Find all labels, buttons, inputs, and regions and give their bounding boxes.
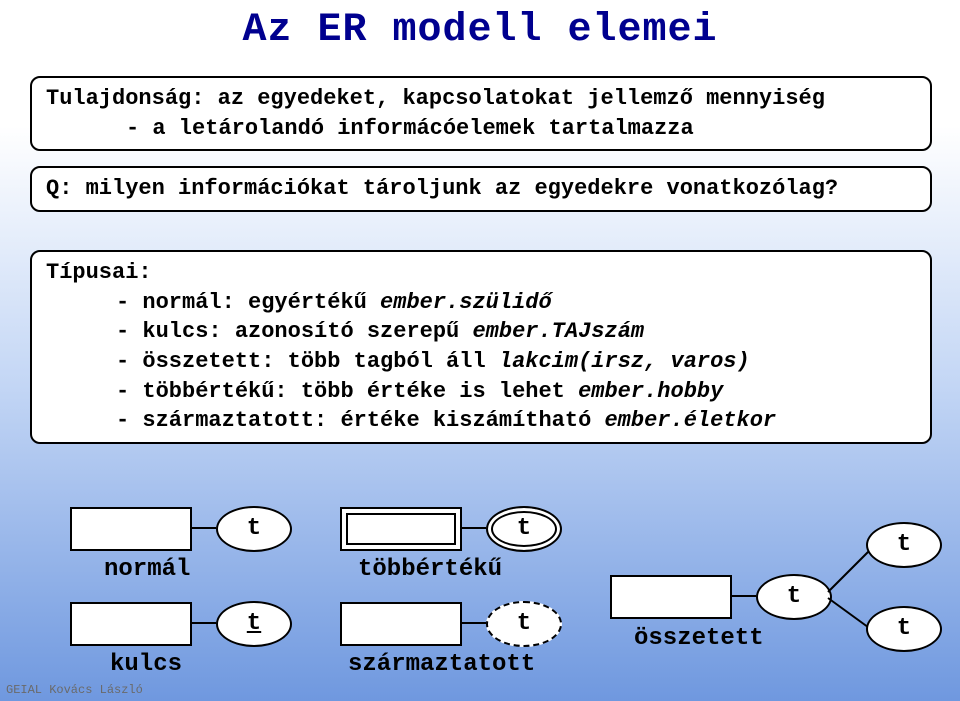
connector-line <box>460 622 486 624</box>
connector-line <box>190 527 216 529</box>
author-footer: GEIAL Kovács László <box>6 683 143 697</box>
oval-letter: t <box>247 612 261 636</box>
label-multi: többértékű <box>358 556 502 583</box>
attribute-oval-normal: t <box>216 506 292 552</box>
connector-line <box>460 527 486 529</box>
entity-rect-multi <box>340 507 462 551</box>
attribute-oval-key: t <box>216 601 292 647</box>
attribute-oval-composite-child: t <box>866 522 942 568</box>
type-example: ember.TAJszám <box>472 319 644 344</box>
types-box: Típusai: normál: egyértékű ember.szülidő… <box>30 250 932 444</box>
connector-line <box>730 595 756 597</box>
entity-rect-composite <box>610 575 732 619</box>
type-text: normál: egyértékű <box>142 290 380 315</box>
connector-line <box>190 622 216 624</box>
label-normal: normál <box>104 556 190 583</box>
type-example: ember.szülidő <box>380 290 552 315</box>
oval-letter: t <box>247 517 261 541</box>
type-item-normal: normál: egyértékű ember.szülidő <box>116 288 916 318</box>
page-title: Az ER modell elemei <box>0 8 960 53</box>
label-key: kulcs <box>110 651 182 678</box>
oval-letter: t <box>787 585 801 609</box>
question-text: Q: milyen információkat tároljunk az egy… <box>46 176 838 201</box>
types-list: normál: egyértékű ember.szülidő kulcs: a… <box>46 288 916 436</box>
label-derived: származtatott <box>348 651 535 678</box>
oval-letter: t <box>517 612 531 636</box>
entity-rect-normal <box>70 507 192 551</box>
entity-rect-derived <box>340 602 462 646</box>
attribute-oval-multi: t <box>486 506 562 552</box>
type-item-key: kulcs: azonosító szerepű ember.TAJszám <box>116 317 916 347</box>
types-heading: Típusai: <box>46 260 152 285</box>
property-definition-box: Tulajdonság: az egyedeket, kapcsolatokat… <box>30 76 932 151</box>
question-box: Q: milyen információkat tároljunk az egy… <box>30 166 932 212</box>
type-example: lakcim(irsz, varos) <box>499 349 750 374</box>
property-line-2: - a letárolandó informácóelemek tartalma… <box>46 114 916 144</box>
oval-letter: t <box>897 533 911 557</box>
type-text: kulcs: azonosító szerepű <box>142 319 459 344</box>
type-item-derived: származtatott: értéke kiszámítható ember… <box>116 406 916 436</box>
type-example: ember.életkor <box>604 408 776 433</box>
type-item-composite: összetett: több tagból áll lakcim(irsz, … <box>116 347 916 377</box>
property-line-1: Tulajdonság: az egyedeket, kapcsolatokat… <box>46 84 916 114</box>
type-text: többértékű: több értéke is lehet <box>142 379 578 404</box>
attribute-oval-composite-child: t <box>866 606 942 652</box>
type-text: összetett: több tagból áll <box>142 349 498 374</box>
attribute-oval-derived: t <box>486 601 562 647</box>
type-example: ember.hobby <box>578 379 723 404</box>
type-text: származtatott: értéke kiszámítható <box>142 408 604 433</box>
oval-letter: t <box>517 517 531 541</box>
oval-letter: t <box>897 617 911 641</box>
type-item-multi: többértékű: több értéke is lehet ember.h… <box>116 377 916 407</box>
label-composite: összetett <box>634 625 764 652</box>
entity-rect-key <box>70 602 192 646</box>
